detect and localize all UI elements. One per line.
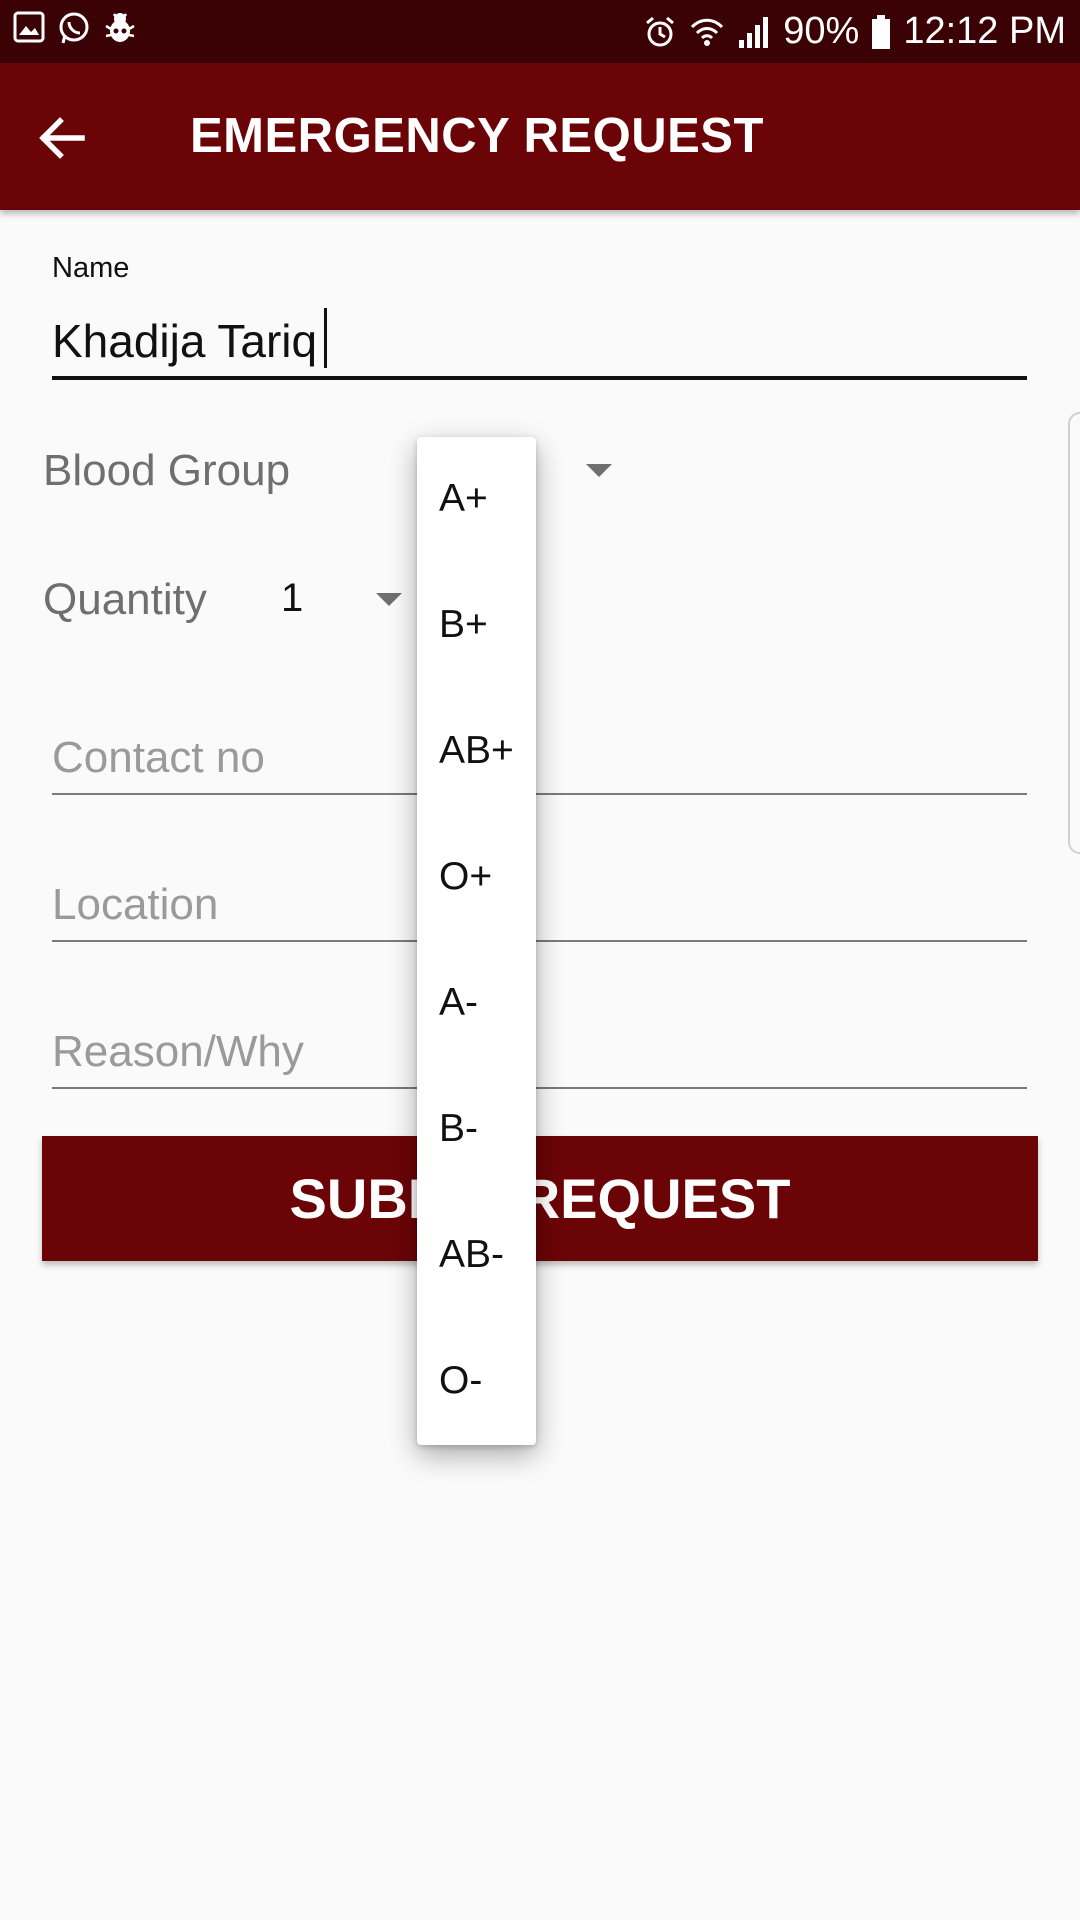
dropdown-item-label: AB+: [439, 729, 514, 772]
reason-field[interactable]: [52, 1017, 1027, 1089]
arrow-back-icon: [39, 117, 85, 159]
dropdown-item-label: AB-: [439, 1233, 505, 1276]
wifi-icon: [691, 18, 724, 46]
text-cursor: [324, 308, 327, 368]
status-right: 90% 12:12 PM: [643, 0, 1066, 63]
app-bar: EMERGENCY REQUEST: [0, 63, 1080, 210]
dropdown-item-a-pos[interactable]: A+: [417, 437, 536, 563]
dropdown-item-label: B-: [439, 1107, 478, 1150]
name-input[interactable]: [52, 306, 1027, 380]
contact-field[interactable]: [52, 723, 1027, 795]
dropdown-item-b-neg[interactable]: B-: [417, 1067, 536, 1193]
dropdown-item-label: A+: [439, 477, 488, 520]
whatsapp-icon: [59, 12, 89, 44]
alarm-icon: [646, 16, 675, 46]
dropdown-item-o-pos[interactable]: O+: [417, 815, 536, 941]
status-bar: 90% 12:12 PM: [0, 0, 1080, 63]
clock: 12:12 PM: [903, 10, 1066, 52]
blood-group-dropdown-arrow-icon[interactable]: [586, 464, 612, 477]
back-button[interactable]: [20, 103, 100, 173]
battery-icon: [872, 14, 891, 49]
dropdown-item-a-neg[interactable]: A-: [417, 941, 536, 1067]
dropdown-item-ab-neg[interactable]: AB-: [417, 1193, 536, 1319]
battery-percent: 90%: [783, 10, 860, 52]
blood-group-label: Blood Group: [43, 446, 291, 495]
location-field[interactable]: [52, 870, 1027, 942]
edge-panel-handle[interactable]: [1068, 412, 1080, 854]
quantity-spinner-value[interactable]: 1: [281, 576, 303, 621]
dropdown-item-label: O+: [439, 855, 493, 898]
dropdown-item-b-pos[interactable]: B+: [417, 563, 536, 689]
submit-request-button[interactable]: SUBMIT REQUEST: [42, 1136, 1038, 1261]
status-left-icons: [12, 10, 138, 46]
name-label: Name: [52, 252, 130, 284]
dropdown-item-label: B+: [439, 603, 488, 646]
dropdown-item-ab-pos[interactable]: AB+: [417, 689, 536, 815]
dropdown-item-label: O-: [439, 1359, 483, 1402]
dropdown-item-label: A-: [439, 981, 478, 1024]
signal-icon: [739, 16, 769, 48]
blood-group-dropdown-menu: A+ B+ AB+ O+ A- B- AB- O-: [417, 437, 536, 1445]
quantity-dropdown-arrow-icon[interactable]: [376, 593, 402, 606]
bug-icon: [105, 13, 135, 42]
page-title: EMERGENCY REQUEST: [190, 109, 764, 163]
dropdown-item-o-neg[interactable]: O-: [417, 1319, 536, 1445]
quantity-label: Quantity: [43, 575, 207, 624]
gallery-icon: [13, 11, 45, 43]
